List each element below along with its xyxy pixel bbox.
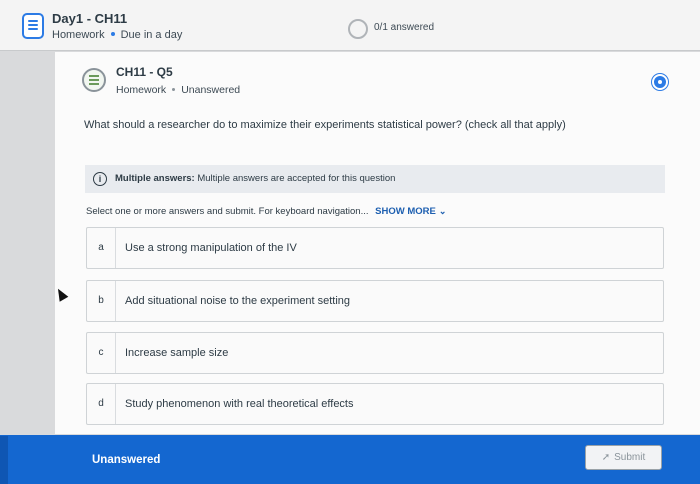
submit-label: Submit: [614, 452, 646, 463]
show-more-label: SHOW MORE: [375, 206, 436, 217]
instructions: Select one or more answers and submit. F…: [86, 206, 446, 217]
send-icon: ➚: [601, 452, 611, 463]
answer-option-c[interactable]: c Increase sample size: [86, 332, 664, 374]
assignment-title: Day1 - CH11: [52, 11, 128, 26]
show-more-button[interactable]: SHOW MORE ⌄: [375, 206, 446, 217]
footer-strip: [0, 436, 8, 484]
answer-option-d[interactable]: d Study phenomenon with real theoretical…: [86, 383, 664, 425]
answer-option-b[interactable]: b Add situational noise to the experimen…: [86, 280, 664, 322]
question-type: Homework: [116, 84, 167, 96]
multiple-answers-banner: i Multiple answers: Multiple answers are…: [85, 165, 665, 193]
separator-dot: [110, 32, 115, 37]
answer-status: Unanswered: [92, 454, 161, 466]
assignment-header: Day1 - CH11 Homework Due in a day 0/1 ans…: [0, 0, 700, 51]
separator-dot: [172, 87, 176, 91]
option-letter: b: [87, 281, 116, 321]
question-icon: [82, 68, 106, 92]
instructions-text: Select one or more answers and submit. F…: [86, 206, 369, 217]
question-prompt: What should a researcher do to maximize …: [84, 119, 566, 131]
option-text: Add situational noise to the experiment …: [125, 295, 351, 307]
answer-option-a[interactable]: a Use a strong manipulation of the IV: [86, 227, 664, 269]
assignment-type: Homework: [52, 29, 105, 41]
question-status: Unanswered: [181, 84, 241, 96]
banner-label: Multiple answers:: [115, 173, 195, 184]
info-toggle-icon[interactable]: [652, 74, 668, 90]
submit-button[interactable]: ➚ Submit: [585, 445, 662, 470]
assignment-icon: [22, 13, 44, 39]
question-title: CH11 - Q5: [116, 65, 173, 79]
option-letter: c: [87, 333, 116, 373]
question-meta: Homework Unanswered: [116, 84, 240, 96]
info-icon: i: [93, 172, 107, 186]
banner-message: Multiple answers are accepted for this q…: [197, 173, 396, 184]
option-letter: d: [87, 384, 116, 424]
progress-text: 0/1 answered: [374, 22, 435, 33]
option-text: Use a strong manipulation of the IV: [125, 242, 297, 254]
option-text: Study phenomenon with real theoretical e…: [125, 398, 354, 410]
option-text: Increase sample size: [125, 347, 229, 359]
option-letter: a: [87, 228, 116, 268]
banner-text: Multiple answers: Multiple answers are a…: [115, 173, 395, 184]
assignment-due: Due in a day: [120, 29, 183, 41]
assignment-meta: Homework Due in a day: [52, 29, 182, 41]
progress-ring-icon: [348, 19, 368, 39]
chevron-down-icon: ⌄: [438, 206, 447, 216]
